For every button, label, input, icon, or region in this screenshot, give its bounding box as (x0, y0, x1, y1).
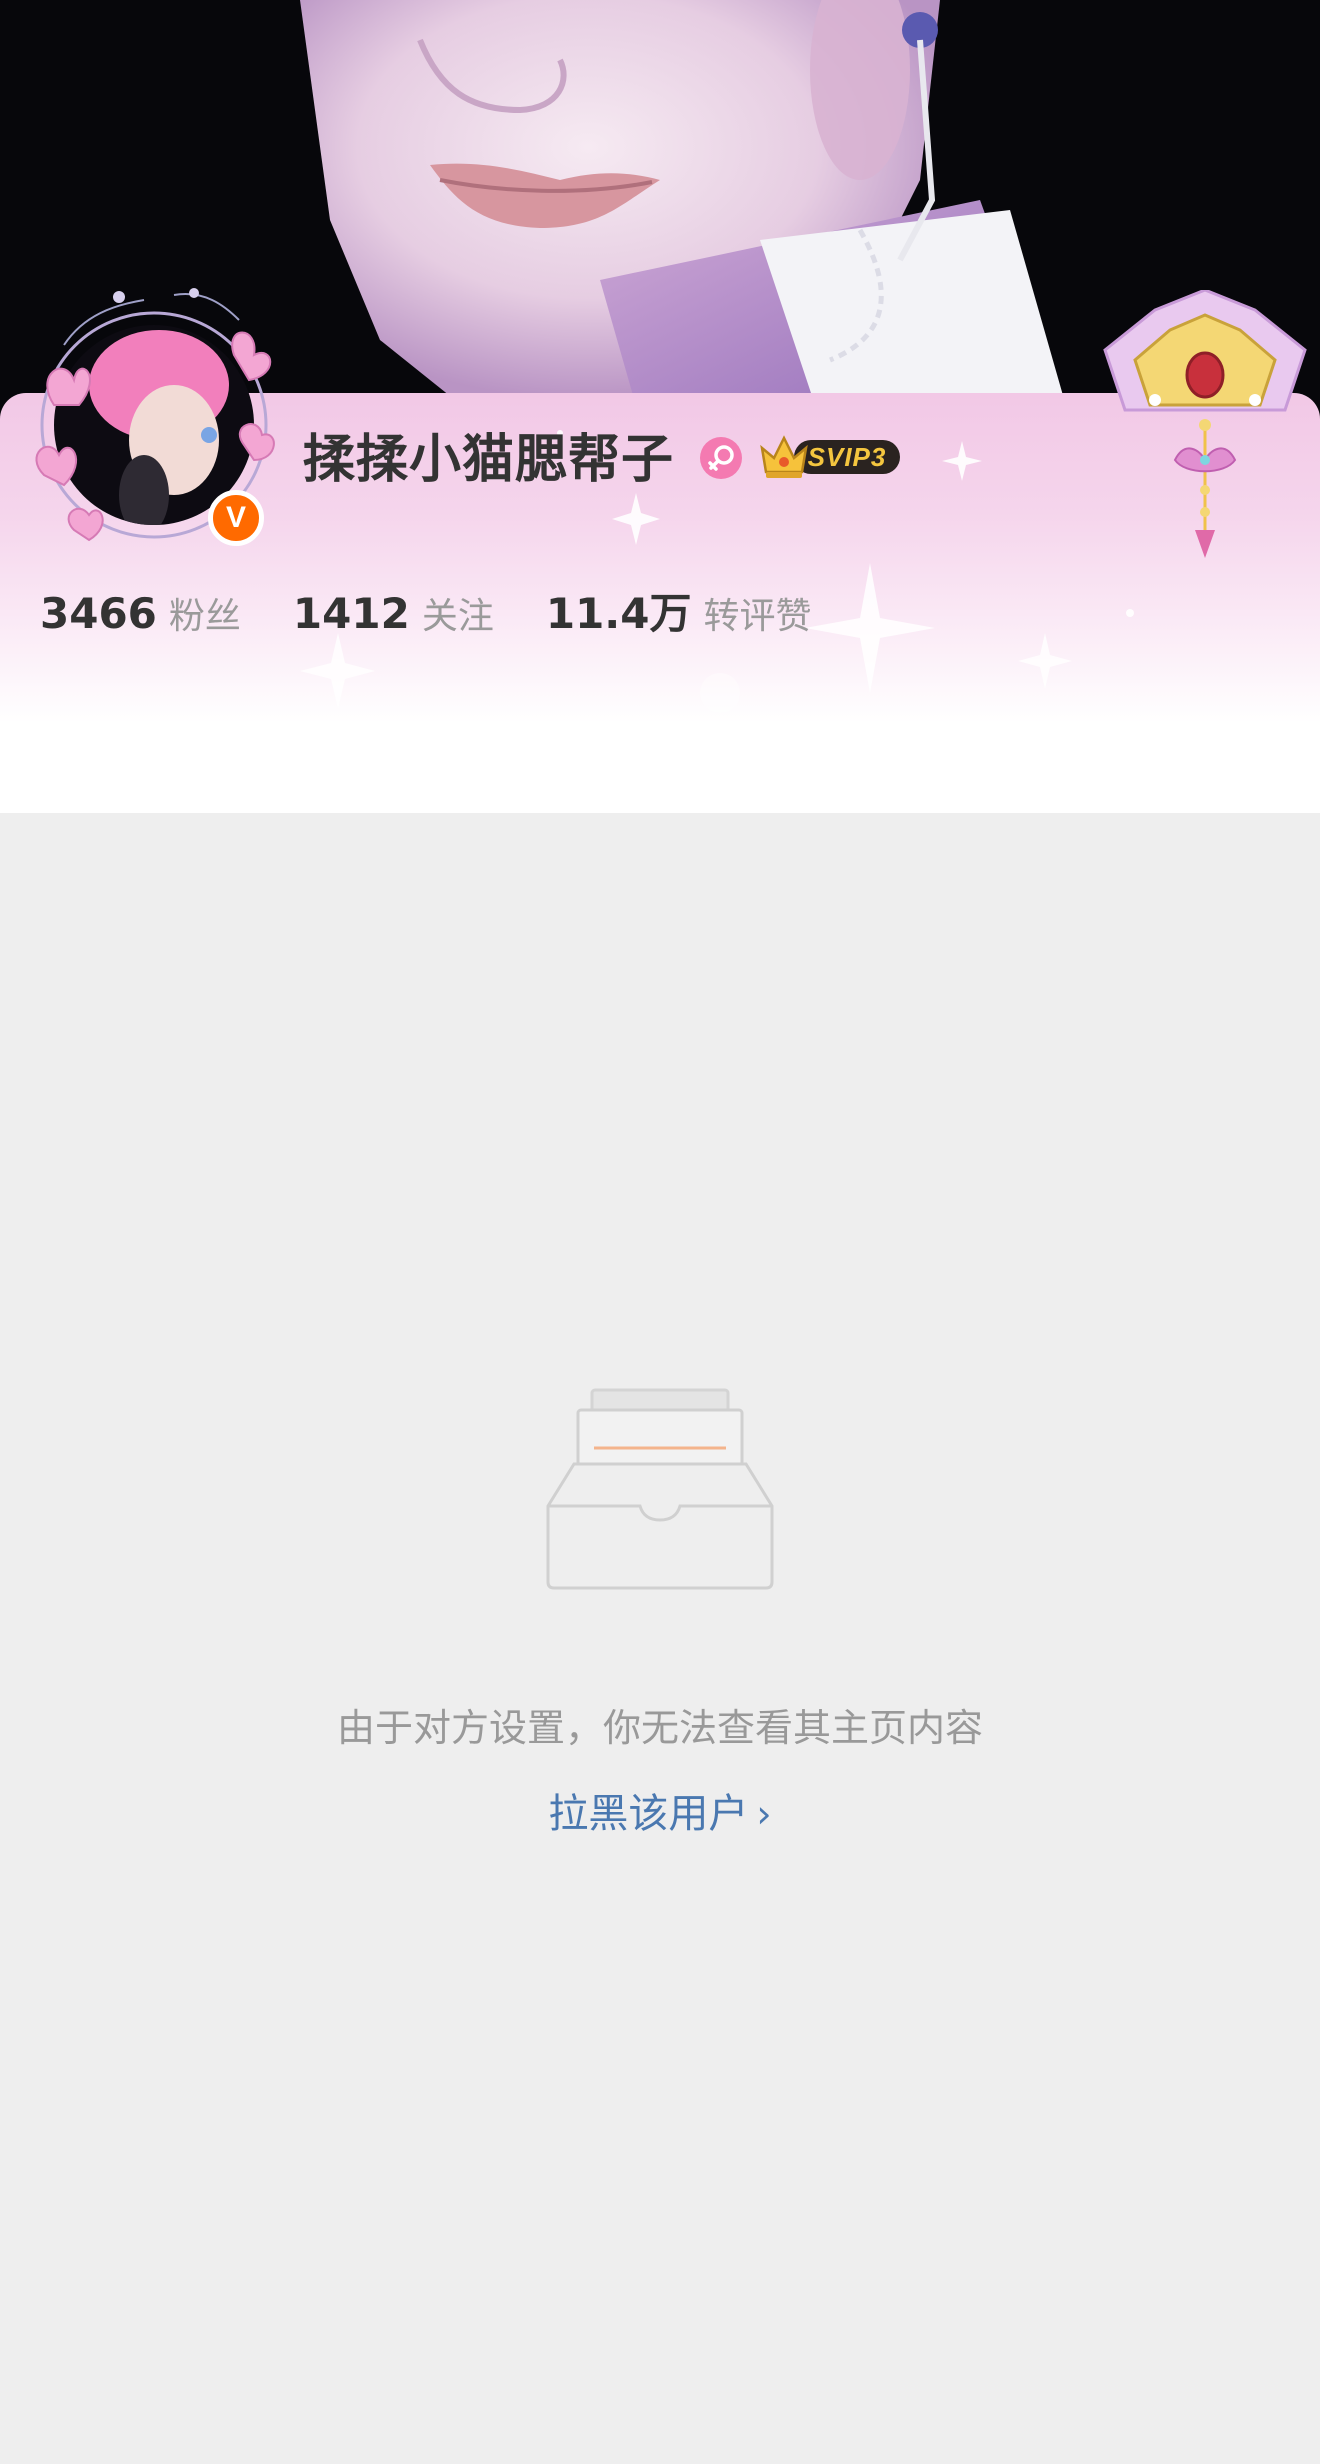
stats-row: 3466 粉丝 1412 关注 11.4万 转评赞 (40, 580, 864, 639)
chevron-right-icon: › (756, 1792, 772, 1836)
crown-icon (760, 435, 808, 478)
crown-decoration-icon (1103, 290, 1307, 558)
svip-badge[interactable]: SVIP3 (758, 430, 904, 482)
stat-value: 1412 (292, 589, 410, 638)
empty-state-message: 由于对方设置，你无法查看其主页内容 (336, 1706, 983, 1750)
username: 揉揉小猫腮帮子 (303, 430, 675, 490)
stat-following[interactable]: 1412 关注 (293, 587, 494, 639)
stat-label: 转评赞 (703, 596, 812, 637)
female-icon (700, 437, 742, 479)
block-user-link[interactable]: 拉黑该用户 › (0, 1784, 1320, 1844)
verified-v-icon: V (208, 490, 264, 546)
stat-value: 3466 (40, 589, 157, 638)
stat-label: 粉丝 (168, 596, 241, 637)
stat-followers[interactable]: 3466 粉丝 (40, 587, 241, 639)
stat-interactions[interactable]: 11.4万 转评赞 (546, 580, 812, 641)
block-user-label: 拉黑该用户 (548, 1791, 749, 1837)
stat-value: 11.4万 (545, 589, 692, 638)
empty-inbox-icon (546, 1388, 774, 1590)
stat-label: 关注 (421, 596, 494, 637)
